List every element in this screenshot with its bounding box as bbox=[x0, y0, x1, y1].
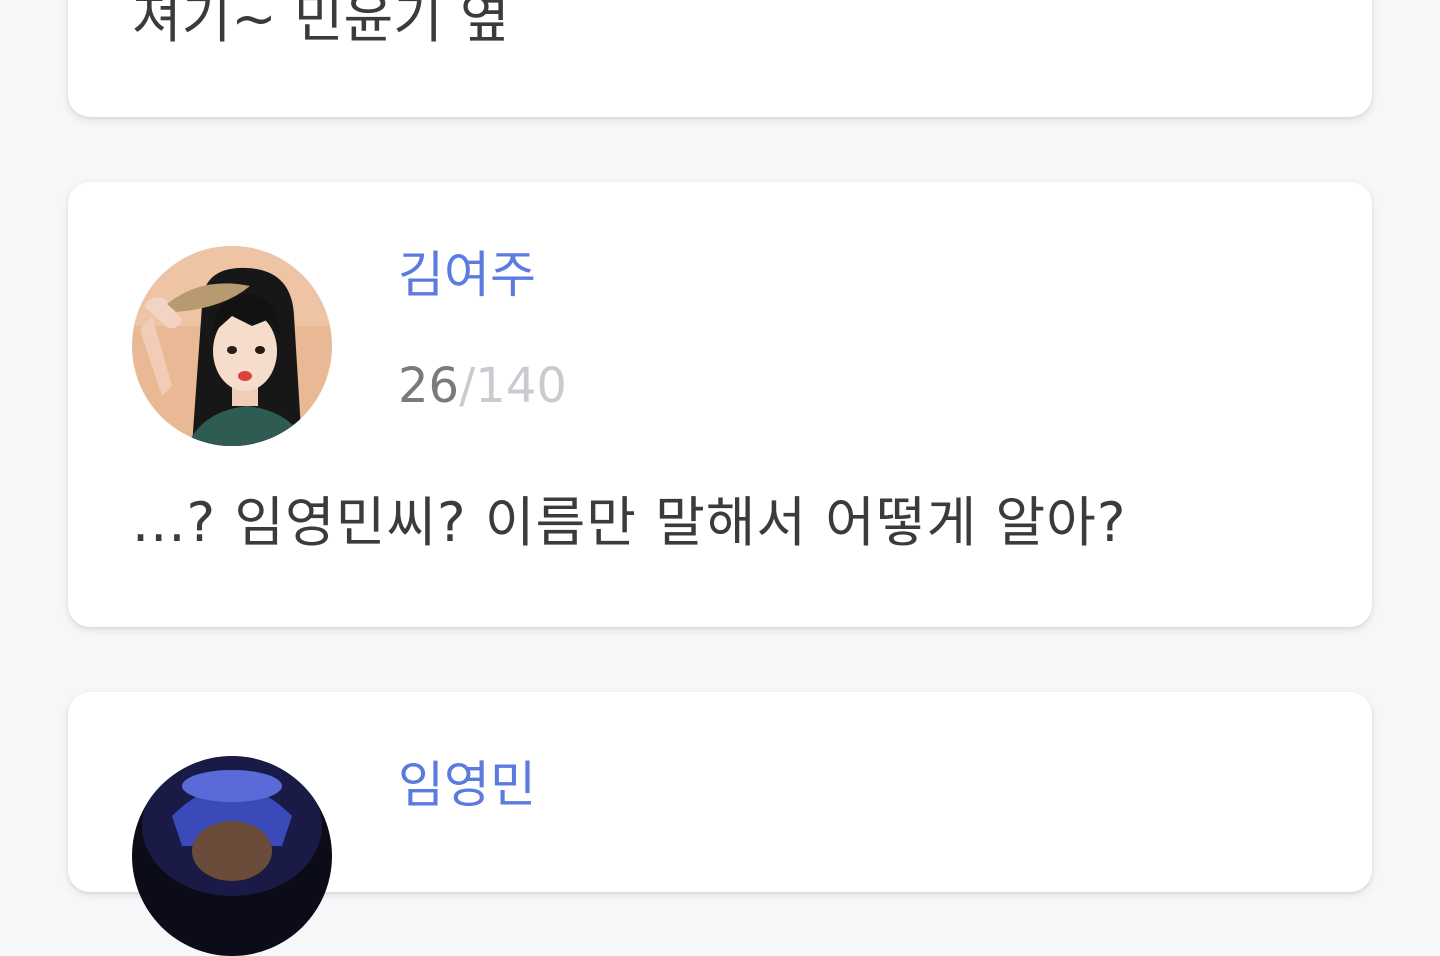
message-card: 임영민 bbox=[68, 692, 1372, 956]
message-text: ...? 임영민씨? 이름만 말해서 어떻게 알아? bbox=[132, 491, 1127, 554]
avatar[interactable] bbox=[132, 246, 332, 446]
message-card: 져기~ 민윤기 옆 bbox=[68, 0, 1372, 117]
char-max: 140 bbox=[475, 358, 567, 414]
author-name[interactable]: 임영민 bbox=[398, 760, 536, 810]
avatar[interactable] bbox=[132, 756, 332, 956]
char-counter: 26/140 bbox=[398, 362, 567, 410]
char-count: 26 bbox=[398, 358, 460, 414]
char-separator: / bbox=[459, 358, 476, 414]
profile-photo-icon bbox=[132, 756, 332, 956]
author-name[interactable]: 김여주 bbox=[398, 250, 536, 300]
message-text: 져기~ 민윤기 옆 bbox=[132, 0, 510, 50]
profile-photo-icon bbox=[132, 246, 332, 446]
message-card: 김여주 26/140 ...? 임영민씨? 이름만 말해서 어떻게 알아? bbox=[68, 182, 1372, 627]
